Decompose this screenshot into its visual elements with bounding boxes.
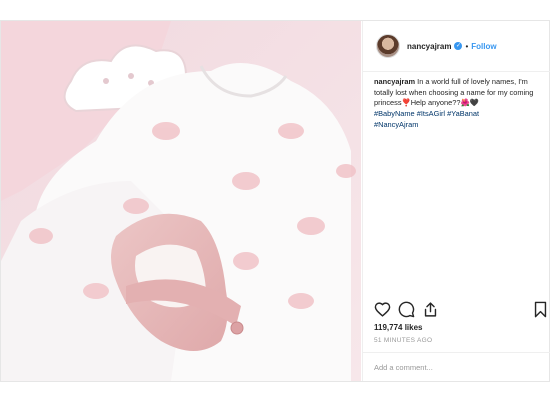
share-icon[interactable] bbox=[422, 301, 439, 318]
comment-icon[interactable] bbox=[398, 301, 415, 318]
instagram-post: nancyajram ✓ • Follow nancyajram In a wo… bbox=[0, 20, 550, 382]
post-caption: nancyajram In a world full of lovely nam… bbox=[374, 77, 544, 131]
comment-box bbox=[363, 352, 550, 382]
hashtag-link[interactable]: #BabyName bbox=[374, 109, 415, 118]
like-count[interactable]: 119,774 likes bbox=[374, 323, 423, 332]
hashtag-link[interactable]: #ItsAGirl bbox=[417, 109, 445, 118]
baby-clothes-photo bbox=[1, 21, 361, 381]
post-timestamp[interactable]: 51 MINUTES AGO bbox=[374, 337, 432, 344]
hashtag-link[interactable]: #NancyAjram bbox=[374, 120, 418, 129]
header-username[interactable]: nancyajram bbox=[407, 42, 451, 51]
heart-icon[interactable] bbox=[374, 301, 391, 318]
follow-button[interactable]: Follow bbox=[471, 42, 496, 51]
hashtag-link[interactable]: #YaBanat bbox=[447, 109, 479, 118]
hashtag-list: #BabyName #ItsAGirl #YaBanat #NancyAjram bbox=[374, 109, 544, 130]
verified-badge-icon: ✓ bbox=[454, 42, 463, 50]
post-header: nancyajram ✓ • Follow bbox=[363, 21, 550, 72]
post-sidebar: nancyajram ✓ • Follow nancyajram In a wo… bbox=[362, 21, 550, 381]
post-photo[interactable] bbox=[1, 21, 361, 381]
post-actions bbox=[374, 301, 549, 321]
avatar[interactable] bbox=[376, 34, 400, 58]
separator-dot: • bbox=[465, 41, 469, 51]
caption-username[interactable]: nancyajram bbox=[374, 77, 415, 86]
comment-input[interactable] bbox=[374, 359, 539, 375]
bookmark-icon[interactable] bbox=[532, 301, 549, 318]
